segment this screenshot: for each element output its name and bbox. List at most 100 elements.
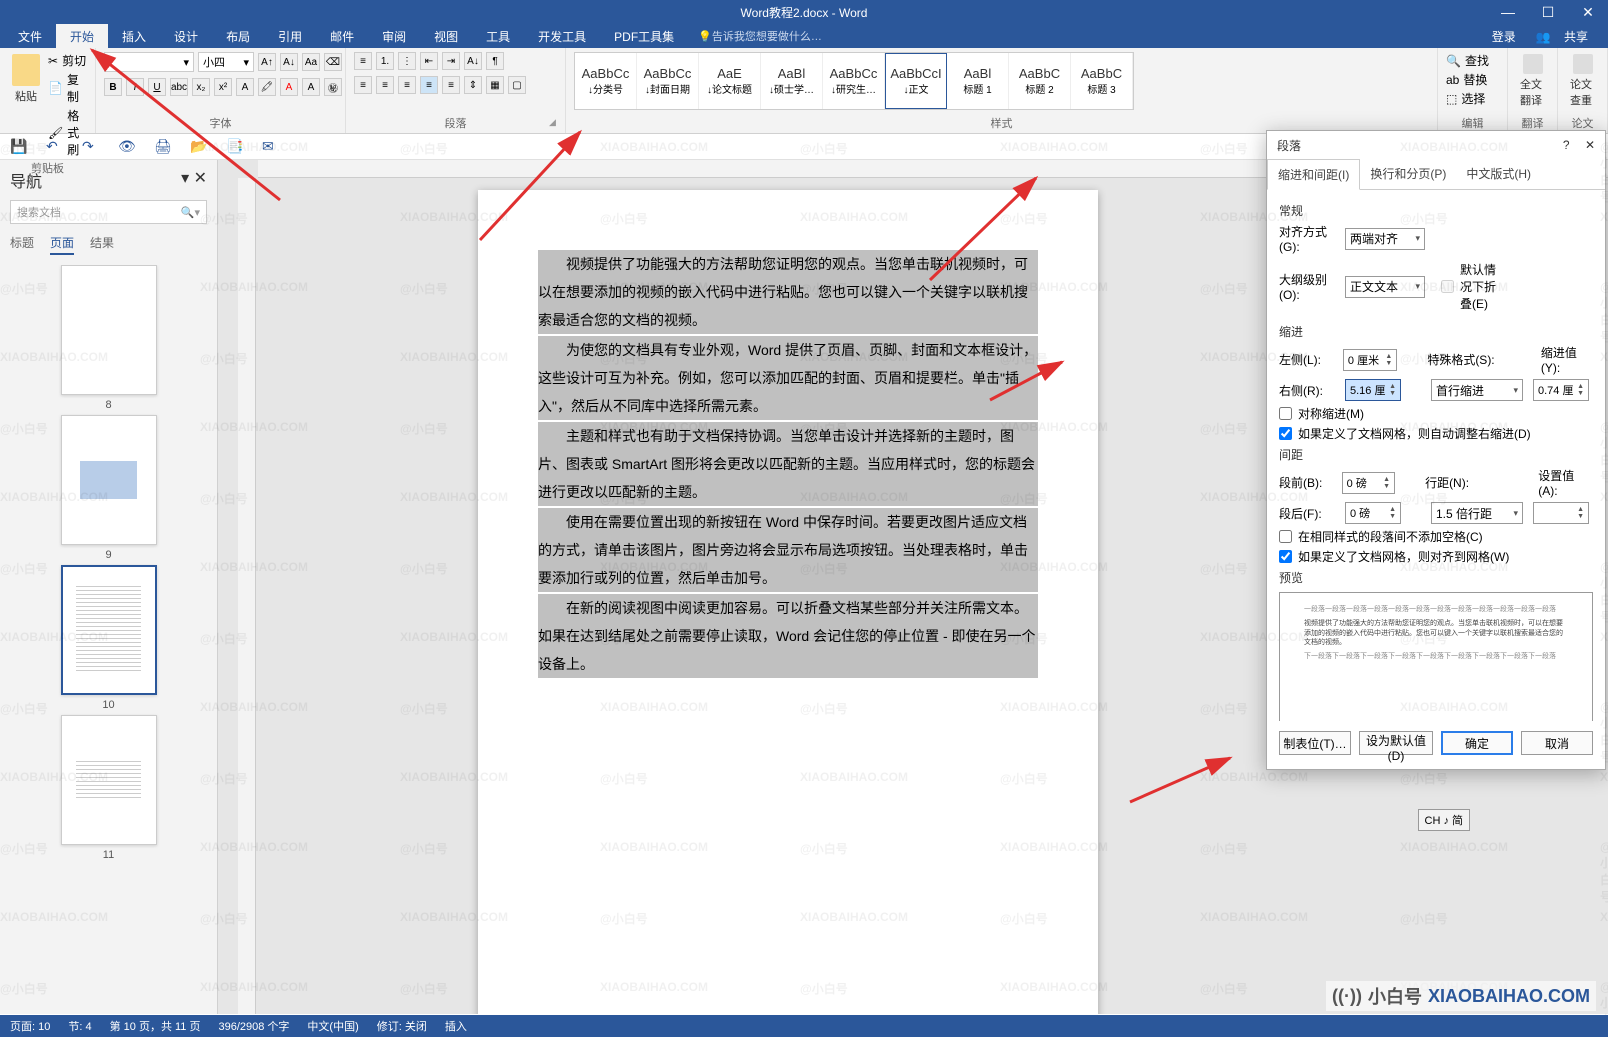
minimize-button[interactable]: — [1488,4,1528,21]
style-item-1[interactable]: AaBbCc↓封面日期 [637,53,699,109]
at-spinner[interactable]: ▲▼ [1533,502,1589,524]
borders-button[interactable]: ▢ [508,76,526,94]
font-color-button[interactable]: A [280,78,298,96]
status-words[interactable]: 396/2908 个字 [218,1018,289,1034]
line-spacing-button[interactable]: ⇕ [464,76,482,94]
signin-button[interactable]: 登录 [1482,28,1526,45]
bullets-button[interactable]: ≡ [354,52,372,70]
align-justify-button[interactable]: ≡ [420,76,438,94]
nav-tab-pages[interactable]: 页面 [50,234,74,255]
paragraph-3[interactable]: 主题和样式也有助于文档保持协调。当您单击设计并选择新的主题时，图片、图表或 Sm… [538,422,1038,506]
align-combo[interactable]: 两端对齐▾ [1345,228,1425,250]
shading-button[interactable]: ▦ [486,76,504,94]
shrink-font-button[interactable]: A↓ [280,53,298,71]
increase-indent-button[interactable]: ⇥ [442,52,460,70]
subscript-button[interactable]: x₂ [192,78,210,96]
show-marks-button[interactable]: ¶ [486,52,504,70]
paragraph-2[interactable]: 为使您的文档具有专业外观，Word 提供了页眉、页脚、封面和文本框设计，这些设计… [538,336,1038,420]
underline-button[interactable]: U [148,78,166,96]
ok-button[interactable]: 确定 [1441,731,1513,755]
thumbnail-8[interactable] [61,265,157,395]
tab-mailings[interactable]: 邮件 [316,24,368,48]
paragraph-1[interactable]: 视频提供了功能强大的方法帮助您证明您的观点。当您单击联机视频时，可以在想要添加的… [538,250,1038,334]
enclose-button[interactable]: ㊙ [324,78,342,96]
replace-button[interactable]: ab 替换 [1446,71,1487,88]
status-page[interactable]: 页面: 10 [10,1018,50,1034]
nav-close-icon[interactable]: ▾ ✕ [181,168,207,192]
dialog-close-icon[interactable]: ✕ [1585,138,1595,152]
dialog-tab-lineBreak[interactable]: 换行和分页(P) [1360,159,1456,189]
share-button[interactable]: 👥 共享 [1526,28,1608,45]
font-size-combo[interactable]: 小四▾ [198,52,254,72]
strike-button[interactable]: abc [170,78,188,96]
preview-icon[interactable]: 👁 [118,138,136,156]
thumbnail-9[interactable] [61,415,157,545]
find-button[interactable]: 🔍 查找 [1446,52,1489,69]
clear-format-button[interactable]: ⌫ [324,53,342,71]
outline-combo[interactable]: 正文文本▾ [1345,276,1425,298]
tab-file[interactable]: 文件 [4,24,56,48]
tab-tools[interactable]: 工具 [472,24,524,48]
thumbnail-10[interactable] [61,565,157,695]
indent-right-spinner[interactable]: 5.16 厘▲▼ [1345,379,1401,401]
highlight-button[interactable]: 🖍 [258,78,276,96]
styles-gallery[interactable]: AaBbCc↓分类号AaBbCc↓封面日期AaE↓论文标题AaBl↓硕士学…Aa… [574,52,1134,110]
translate-button[interactable]: 全文翻译 [1516,52,1549,110]
qat-icon-8[interactable]: ✉ [262,138,280,156]
nav-tab-headings[interactable]: 标题 [10,234,34,255]
paragraph-5[interactable]: 在新的阅读视图中阅读更加容易。可以折叠文档某些部分并关注所需文本。如果在达到结尾… [538,594,1038,678]
status-mode[interactable]: 插入 [445,1018,467,1034]
status-track[interactable]: 修订: 关闭 [377,1018,427,1034]
align-distribute-button[interactable]: ≡ [442,76,460,94]
by-spinner[interactable]: 0.74 厘▲▼ [1533,379,1589,401]
dialog-title-bar[interactable]: 段落 ? ✕ [1267,131,1605,159]
cut-button[interactable]: ✂ 剪切 [48,52,87,69]
decrease-indent-button[interactable]: ⇤ [420,52,438,70]
style-item-4[interactable]: AaBbCc↓研究生… [823,53,885,109]
tab-insert[interactable]: 插入 [108,24,160,48]
vertical-ruler[interactable] [238,178,256,1014]
cancel-button[interactable]: 取消 [1521,731,1593,755]
tab-developer[interactable]: 开发工具 [524,24,600,48]
font-family-combo[interactable]: ▾ [104,52,194,72]
nav-tab-results[interactable]: 结果 [90,234,114,255]
style-item-5[interactable]: AaBbCcI↓正文 [885,53,947,109]
tab-layout[interactable]: 布局 [212,24,264,48]
tab-home[interactable]: 开始 [56,24,108,48]
tab-view[interactable]: 视图 [420,24,472,48]
style-item-0[interactable]: AaBbCc↓分类号 [575,53,637,109]
symmetric-checkbox[interactable]: 对称缩进(M) [1279,405,1593,422]
superscript-button[interactable]: x² [214,78,232,96]
sort-button[interactable]: A↓ [464,52,482,70]
collapse-checkbox[interactable]: 默认情况下折叠(E) [1441,261,1501,312]
select-button[interactable]: ⬚ 选择 [1446,90,1485,107]
style-item-3[interactable]: AaBl↓硕士学… [761,53,823,109]
bold-button[interactable]: B [104,78,122,96]
numbering-button[interactable]: 1. [376,52,394,70]
special-combo[interactable]: 首行缩进▾ [1431,379,1523,401]
thumbnail-11[interactable] [61,715,157,845]
before-spinner[interactable]: 0 磅▲▼ [1342,472,1395,494]
set-default-button[interactable]: 设为默认值(D) [1359,731,1433,755]
maximize-button[interactable]: ☐ [1528,4,1568,21]
align-left-button[interactable]: ≡ [354,76,372,94]
style-item-7[interactable]: AaBbC标题 2 [1009,53,1071,109]
after-spinner[interactable]: 0 磅▲▼ [1345,502,1401,524]
dialog-tab-indent[interactable]: 缩进和间距(I) [1267,159,1360,190]
multilevel-button[interactable]: ⋮ [398,52,416,70]
indent-left-spinner[interactable]: 0 厘米▲▼ [1343,349,1397,371]
text-effects-button[interactable]: A [236,78,254,96]
auto-right-checkbox[interactable]: 如果定义了文档网格，则自动调整右缩进(D) [1279,425,1593,442]
status-page-of[interactable]: 第 10 页，共 11 页 [110,1018,201,1034]
grow-font-button[interactable]: A↑ [258,53,276,71]
tab-review[interactable]: 审阅 [368,24,420,48]
close-button[interactable]: ✕ [1568,4,1608,21]
tell-me-box[interactable]: 💡 告诉我您想要做什么… [698,24,822,48]
nospace-checkbox[interactable]: 在相同样式的段落间不添加空格(C) [1279,528,1593,545]
tab-pdf[interactable]: PDF工具集 [600,24,688,48]
style-item-6[interactable]: AaBl标题 1 [947,53,1009,109]
status-section[interactable]: 节: 4 [68,1018,91,1034]
snap-checkbox[interactable]: 如果定义了文档网格，则对齐到网格(W) [1279,548,1593,565]
char-shading-button[interactable]: A [302,78,320,96]
line-spacing-combo[interactable]: 1.5 倍行距▾ [1431,502,1523,524]
